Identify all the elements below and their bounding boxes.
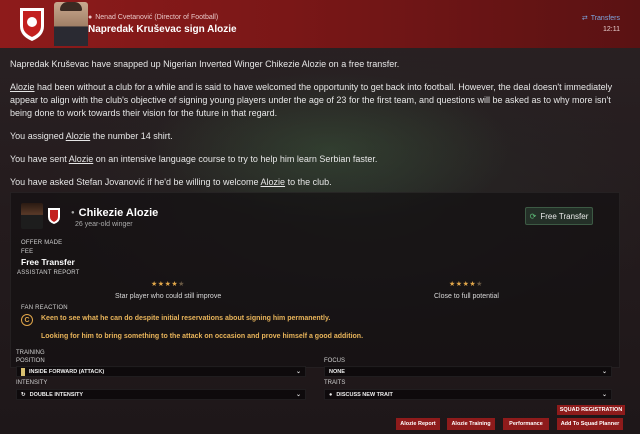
star-icon: ★ [178, 281, 185, 288]
chat-icon: ● [329, 391, 333, 398]
intensity-dropdown[interactable]: ↻ DOUBLE INTENSITY ⌄ [16, 389, 306, 400]
chevron-down-icon: ⌄ [601, 369, 607, 375]
training-label: TRAINING [16, 350, 45, 356]
message-header: ● Nenad Cvetanović (Director of Football… [0, 0, 640, 48]
sender-line[interactable]: ● Nenad Cvetanović (Director of Football… [88, 14, 218, 21]
player-link[interactable]: Alozie [66, 131, 91, 141]
message-time: 12:11 [603, 26, 620, 33]
club-crest-icon [20, 8, 44, 41]
add-to-squad-planner-button[interactable]: Add To Squad Planner [557, 418, 623, 430]
focus-label: FOCUS [324, 358, 345, 364]
position-label: POSITION [16, 358, 45, 364]
transfers-tag-label: Transfers [590, 14, 620, 22]
star-icon: ★ [476, 281, 483, 288]
player-name: Chikezie Alozie [78, 207, 159, 219]
fan-reaction-label: FAN REACTION [21, 305, 68, 311]
sender-avatar[interactable] [54, 2, 88, 46]
current-ability-stars: ★★★★★ [151, 280, 185, 288]
fan-reaction-line-1: Keen to see what he can do despite initi… [41, 315, 331, 322]
message-body: Napredak Kruševac have snapped up Nigeri… [10, 58, 620, 199]
offer-made-label: OFFER MADE [21, 240, 63, 246]
paragraph-2: Alozie had been without a club for a whi… [10, 81, 620, 120]
focus-value: NONE [329, 368, 345, 375]
player-meta: 26 year-old winger [75, 221, 133, 228]
message-subject: Napredak Kruševac sign Alozie [88, 24, 237, 35]
paragraph-5-pre: You have asked Stefan Jovanović if he'd … [10, 177, 261, 187]
performance-button[interactable]: Performance [503, 418, 549, 430]
fan-reaction-icon: C [21, 314, 33, 326]
paragraph-1: Napredak Kruševac have snapped up Nigeri… [10, 59, 400, 69]
potential-ability-text: Close to full potential [434, 293, 499, 300]
paragraph-3: You assigned Alozie the number 14 shirt. [10, 130, 620, 143]
person-icon: ● [88, 14, 93, 21]
intensity-value: DOUBLE INTENSITY [29, 391, 84, 398]
fee-value: Free Transfer [21, 257, 75, 267]
fan-reaction-line-2: Looking for him to bring something to th… [41, 333, 364, 340]
player-training-button[interactable]: Alozie Training [447, 418, 495, 430]
star-icon: ★ [455, 281, 463, 288]
paragraph-4-post: on an intensive language course to try t… [93, 154, 378, 164]
paragraph-2-text: had been without a club for a while and … [10, 82, 613, 118]
free-transfer-label: Free Transfer [540, 211, 589, 221]
player-avatar[interactable] [21, 203, 43, 229]
free-transfer-button[interactable]: ⟳ Free Transfer [525, 207, 593, 225]
chevron-down-icon: ⌄ [295, 392, 301, 398]
paragraph-3-post: the number 14 shirt. [90, 131, 173, 141]
paragraph-3-pre: You assigned [10, 131, 66, 141]
player-link[interactable]: Alozie [69, 154, 94, 164]
fee-label: FEE [21, 249, 34, 255]
club-crest-icon [48, 208, 60, 224]
sender-name: Nenad Cvetanović (Director of Football) [95, 14, 219, 21]
potential-ability-stars: ★★★★★ [449, 280, 483, 288]
person-icon: ● [71, 210, 75, 216]
chevron-down-icon: ⌄ [295, 369, 301, 375]
player-images [21, 203, 61, 229]
player-link[interactable]: Alozie [261, 177, 286, 187]
transfer-card: ● Chikezie Alozie 26 year-old winger ⟳ F… [10, 192, 620, 368]
traits-dropdown[interactable]: ● DISCUSS NEW TRAIT ⌄ [324, 389, 612, 400]
current-ability-text: Star player who could still improve [115, 293, 222, 300]
player-link[interactable]: Alozie [10, 82, 35, 92]
transfer-arrows-icon: ⇄ [581, 15, 588, 22]
traits-label: TRAITS [324, 380, 346, 386]
paragraph-4-pre: You have sent [10, 154, 69, 164]
intensity-label: INTENSITY [16, 380, 48, 386]
paragraph-5-post: to the club. [285, 177, 332, 187]
assistant-report-label: ASSISTANT REPORT [17, 270, 80, 276]
traits-value: DISCUSS NEW TRAIT [336, 391, 393, 398]
refresh-icon: ⟳ [529, 211, 537, 221]
paragraph-5: You have asked Stefan Jovanović if he'd … [10, 176, 620, 189]
position-dropdown[interactable]: INSIDE FORWARD (ATTACK) ⌄ [16, 366, 306, 377]
transfers-tag[interactable]: ⇄ Transfers [581, 14, 620, 23]
star-icon: ★ [157, 281, 165, 288]
paragraph-4: You have sent Alozie on an intensive lan… [10, 153, 620, 166]
star-icon: ★ [151, 281, 158, 288]
intensity-icon: ↻ [21, 391, 26, 398]
position-swatch [21, 367, 25, 376]
squad-registration-button[interactable]: SQUAD REGISTRATION [557, 405, 625, 415]
player-report-button[interactable]: Alozie Report [396, 418, 440, 430]
star-icon: ★ [449, 281, 456, 288]
player-name-row[interactable]: ● Chikezie Alozie [71, 207, 158, 219]
chevron-down-icon: ⌄ [601, 392, 607, 398]
position-value: INSIDE FORWARD (ATTACK) [29, 368, 105, 375]
focus-dropdown[interactable]: NONE ⌄ [324, 366, 612, 377]
